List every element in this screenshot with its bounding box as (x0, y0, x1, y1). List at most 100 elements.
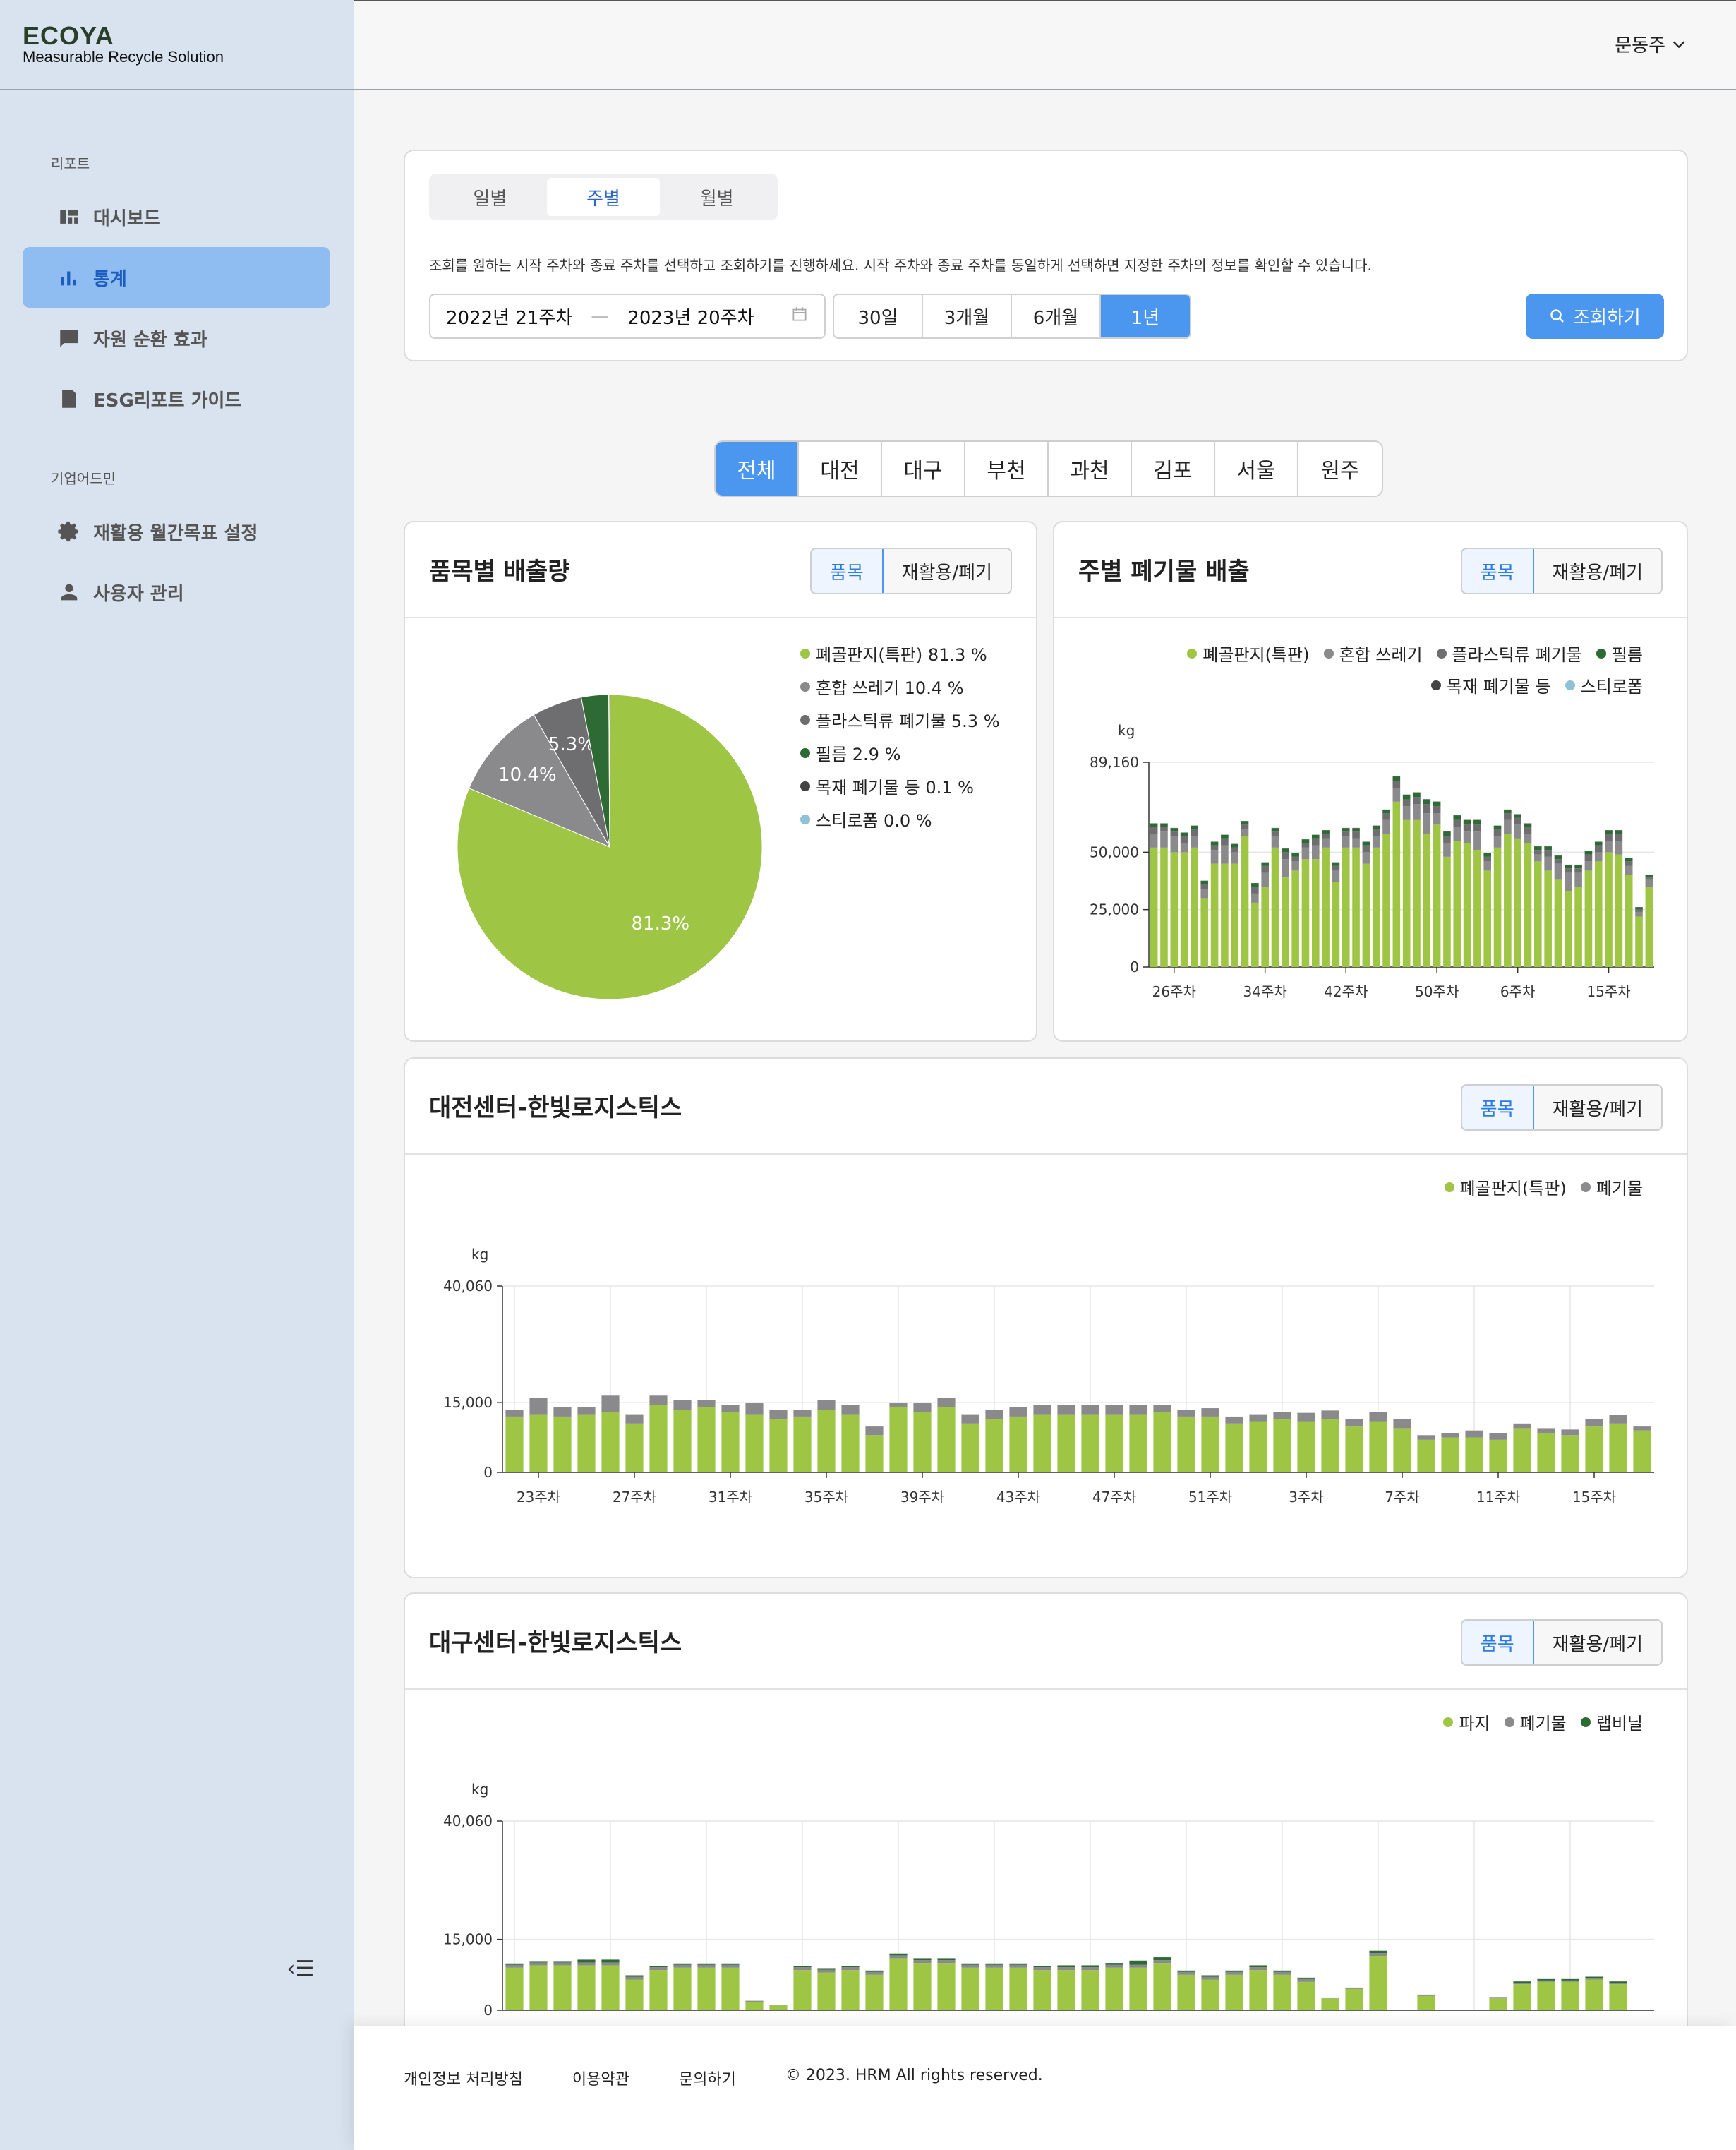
bar-segment[interactable] (1009, 1967, 1027, 2010)
bar-segment[interactable] (1177, 1971, 1195, 1975)
bar-segment[interactable] (1301, 839, 1310, 843)
bar-segment[interactable] (1210, 841, 1219, 846)
bar-segment[interactable] (1423, 804, 1431, 814)
tab-weekly[interactable]: 주별 (546, 178, 661, 216)
bar-segment[interactable] (1201, 1979, 1219, 2010)
bar-segment[interactable] (1352, 831, 1360, 839)
bar-segment[interactable] (769, 2005, 788, 2006)
bar-segment[interactable] (1210, 845, 1219, 851)
bar-segment[interactable] (1605, 834, 1613, 841)
bar-segment[interactable] (1382, 834, 1390, 967)
bar-segment[interactable] (961, 1423, 979, 1472)
bar-segment[interactable] (1574, 887, 1582, 967)
bar-segment[interactable] (1594, 841, 1603, 846)
bar-segment[interactable] (1504, 810, 1512, 814)
legend-item[interactable]: 혼합 쓰레기 10.4 % (800, 674, 1000, 699)
bar-segment[interactable] (1251, 902, 1259, 967)
bar-segment[interactable] (1433, 824, 1441, 967)
bar-segment[interactable] (1433, 813, 1441, 825)
bar-segment[interactable] (1225, 1970, 1243, 1972)
bar-segment[interactable] (1489, 1997, 1507, 1999)
bar-segment[interactable] (1009, 1964, 1027, 1968)
bar-segment[interactable] (1180, 836, 1188, 843)
bar-segment[interactable] (1311, 859, 1320, 967)
bar-segment[interactable] (1372, 829, 1380, 836)
legend-item[interactable]: 랩비닐 (1580, 1710, 1643, 1734)
bar-segment[interactable] (1609, 1983, 1627, 1985)
bar-segment[interactable] (697, 1963, 716, 1965)
bar-segment[interactable] (1352, 838, 1360, 848)
bar-segment[interactable] (1210, 850, 1219, 864)
legend-item[interactable]: 혼합 쓰레기 (1323, 641, 1423, 666)
bar-segment[interactable] (1221, 845, 1229, 864)
bar-segment[interactable] (1483, 856, 1492, 862)
bar-segment[interactable] (1534, 861, 1542, 967)
bar-segment[interactable] (1561, 1435, 1579, 1472)
bar-segment[interactable] (1423, 813, 1431, 834)
bar-segment[interactable] (1249, 1970, 1267, 2010)
bar-segment[interactable] (1033, 1414, 1051, 1472)
bar-segment[interactable] (1504, 834, 1512, 967)
bar-segment[interactable] (1392, 801, 1401, 967)
toggle-recycle-button[interactable]: 재활용/폐기 (1533, 1086, 1661, 1129)
bar-segment[interactable] (1322, 830, 1330, 834)
bar-segment[interactable] (1033, 1970, 1051, 2010)
bar-segment[interactable] (1574, 868, 1582, 873)
bar-segment[interactable] (1402, 806, 1411, 820)
bar-segment[interactable] (1322, 834, 1330, 839)
bar-segment[interactable] (1231, 863, 1239, 967)
collapse-sidebar-icon[interactable]: ‹☰ (282, 1957, 319, 1985)
bar-segment[interactable] (1200, 898, 1209, 967)
toggle-item-button[interactable]: 품목 (811, 549, 884, 593)
bar-segment[interactable] (1369, 1412, 1387, 1422)
bar-segment[interactable] (1441, 1437, 1459, 1472)
bar-segment[interactable] (1297, 1421, 1315, 1472)
bar-segment[interactable] (1534, 850, 1542, 855)
bar-segment[interactable] (625, 1976, 644, 1980)
bar-segment[interactable] (1453, 827, 1461, 841)
legend-item[interactable]: 목재 폐기물 등 (1430, 673, 1551, 697)
bar-segment[interactable] (793, 1967, 812, 1971)
bar-segment[interactable] (1362, 852, 1370, 864)
bar-segment[interactable] (865, 1970, 884, 1972)
bar-segment[interactable] (769, 2005, 788, 2010)
bar-segment[interactable] (1493, 847, 1502, 967)
bar-segment[interactable] (673, 1410, 692, 1472)
tab-monthly[interactable]: 월별 (660, 178, 773, 216)
bar-segment[interactable] (1463, 819, 1471, 825)
bar-segment[interactable] (1645, 879, 1653, 887)
legend-item[interactable]: 폐기물 (1580, 1175, 1643, 1199)
bar-segment[interactable] (1271, 831, 1279, 836)
bar-segment[interactable] (1463, 831, 1471, 843)
bar-segment[interactable] (1291, 870, 1299, 967)
bar-segment[interactable] (1261, 872, 1269, 887)
bar-segment[interactable] (1465, 1437, 1483, 1472)
bar-segment[interactable] (1392, 781, 1401, 788)
region-tab-wonju[interactable]: 원주 (1298, 442, 1382, 496)
bar-segment[interactable] (1153, 1963, 1171, 2010)
bar-segment[interactable] (1362, 841, 1370, 846)
bar-segment[interactable] (1574, 865, 1582, 869)
bar-segment[interactable] (553, 1965, 572, 2010)
bar-segment[interactable] (1009, 1407, 1027, 1417)
bar-segment[interactable] (1393, 1428, 1411, 1472)
bar-segment[interactable] (937, 1960, 956, 1964)
period-30d-button[interactable]: 30일 (834, 295, 923, 337)
bar-segment[interactable] (601, 1395, 620, 1412)
bar-segment[interactable] (1081, 1970, 1099, 2010)
bar-segment[interactable] (1514, 838, 1521, 967)
bar-segment[interactable] (721, 1964, 740, 1968)
bar-segment[interactable] (1417, 1435, 1435, 1440)
bar-segment[interactable] (745, 2000, 764, 2002)
bar-segment[interactable] (721, 1405, 740, 1412)
bar-segment[interactable] (649, 1967, 668, 1971)
bar-segment[interactable] (745, 2001, 764, 2010)
bar-segment[interactable] (865, 1974, 884, 2010)
bar-segment[interactable] (1441, 1432, 1459, 1438)
legend-item[interactable]: 스티로폼 0.0 % (800, 807, 1000, 831)
bar-segment[interactable] (1417, 1439, 1435, 1472)
bar-segment[interactable] (553, 1961, 572, 1963)
bar-segment[interactable] (1465, 1430, 1483, 1438)
bar-segment[interactable] (1291, 861, 1299, 871)
bar-segment[interactable] (793, 1970, 812, 2010)
